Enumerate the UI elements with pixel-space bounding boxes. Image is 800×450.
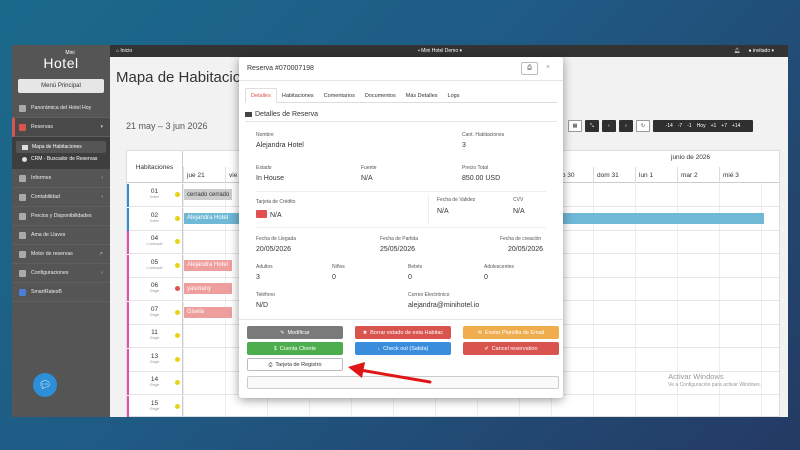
arrow-head <box>348 362 365 378</box>
arrow-shaft <box>358 368 432 384</box>
annotation-arrow <box>348 362 432 384</box>
